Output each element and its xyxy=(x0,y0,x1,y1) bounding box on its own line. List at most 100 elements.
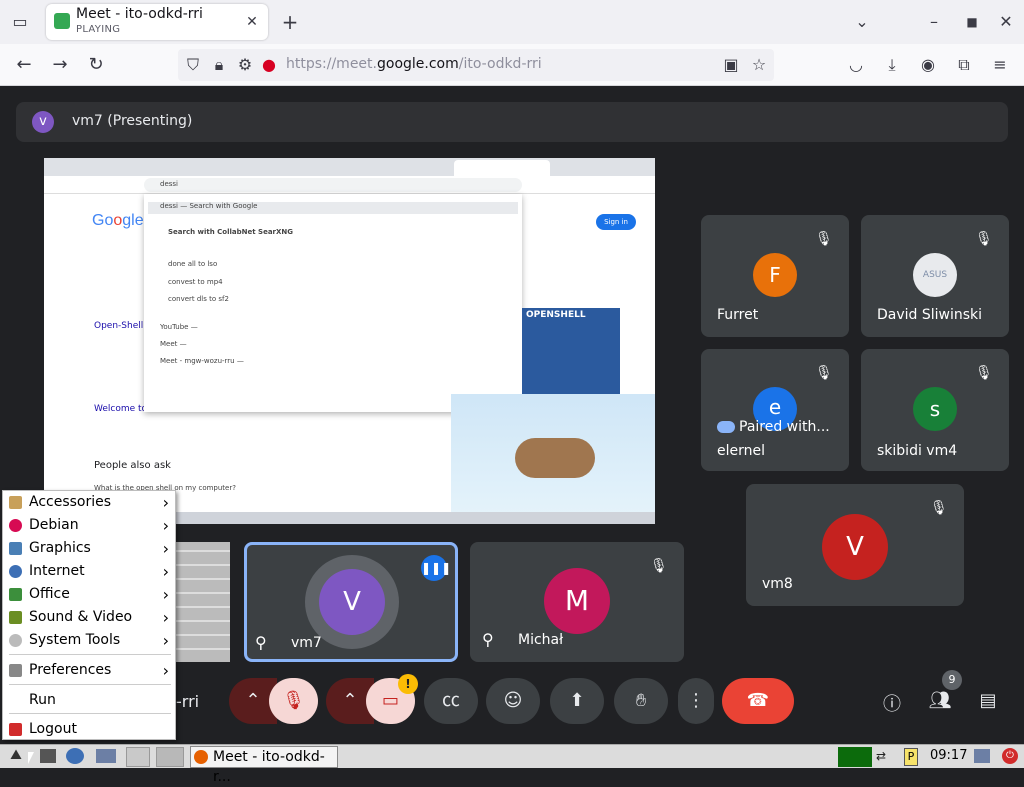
extensions-icon[interactable]: ⧉ xyxy=(954,55,974,75)
close-window-icon[interactable]: ✕ xyxy=(996,12,1016,32)
shared-omnibox: dessi xyxy=(144,178,522,192)
shared-people-ask: People also ask xyxy=(94,460,171,471)
file-manager-icon[interactable] xyxy=(40,749,56,763)
menu-item-internet[interactable]: Internet › xyxy=(3,560,175,583)
pocket-icon[interactable]: ◡ xyxy=(846,55,866,75)
pin-icon[interactable]: ⚲ xyxy=(482,630,494,649)
microphone-active-icon[interactable]: ● xyxy=(260,55,278,75)
tab-playing-status: PLAYING xyxy=(76,24,121,35)
url-bar[interactable]: ⛉ 🔒︎ ⚙ ● https://meet.google.com/ito-odk… xyxy=(178,49,774,81)
shared-tab-strip xyxy=(44,158,655,176)
participant-tile-furret[interactable]: 🎙︎ F Furret xyxy=(701,215,849,337)
app-menu-icon[interactable]: ≡ xyxy=(990,55,1010,75)
participant-name: skibidi vm4 xyxy=(877,443,958,459)
more-options-button[interactable]: ⋮ xyxy=(678,678,714,724)
downloads-icon[interactable]: ⤓ xyxy=(882,55,902,75)
submenu-arrow-icon: › xyxy=(162,585,169,604)
menu-label: Logout xyxy=(29,721,77,737)
show-desktop-icon[interactable] xyxy=(96,749,116,763)
mic-off-icon: 🎙︎ xyxy=(815,365,833,381)
shared-history-item: Meet — xyxy=(160,340,187,348)
cpu-monitor xyxy=(838,747,872,767)
lock-icon[interactable]: 🔒︎ xyxy=(210,55,228,75)
browser-tab[interactable]: Meet - ito-odkd-rri PLAYING ✕ xyxy=(46,4,268,40)
microphone-toggle-button[interactable]: 🎙︎ xyxy=(269,678,318,724)
mouse-cursor xyxy=(28,752,34,764)
tab-overflow-icon[interactable]: ⌄ xyxy=(852,12,872,32)
submenu-arrow-icon: › xyxy=(162,539,169,558)
captions-button[interactable]: ㏄ xyxy=(424,678,478,724)
logout-icon xyxy=(9,723,22,736)
mic-off-icon: 🎙︎ xyxy=(650,558,668,574)
taskbar-window-button[interactable]: Meet - ito-odkd-r... xyxy=(190,746,338,785)
parking-icon[interactable]: P xyxy=(904,748,918,766)
menu-item-sound-video[interactable]: Sound & Video › xyxy=(3,606,175,629)
menu-item-office[interactable]: Office › xyxy=(3,583,175,606)
shared-suggest-item: convert dls to sf2 xyxy=(168,295,229,303)
menu-item-logout[interactable]: Logout xyxy=(3,718,175,741)
submenu-arrow-icon: › xyxy=(162,661,169,680)
reload-icon[interactable]: ↻ xyxy=(86,55,106,75)
participant-name: vm7 xyxy=(291,635,322,651)
meeting-info-icon[interactable]: ⓘ xyxy=(880,690,904,715)
present-screen-button[interactable]: ⬆ xyxy=(550,678,604,724)
web-browser-icon[interactable] xyxy=(66,748,84,764)
menu-item-system-tools[interactable]: System Tools › xyxy=(3,629,175,652)
clock[interactable]: 09:17 xyxy=(930,748,967,763)
self-view-tile[interactable] xyxy=(176,542,230,662)
firefox-launcher-icon[interactable] xyxy=(126,747,150,767)
menu-separator xyxy=(9,713,171,714)
menu-item-graphics[interactable]: Graphics › xyxy=(3,537,175,560)
bookmark-star-icon[interactable]: ☆ xyxy=(750,55,768,75)
new-tab-icon[interactable]: + xyxy=(280,12,300,32)
forward-icon[interactable]: → xyxy=(50,55,70,75)
mic-off-icon: 🎙︎ xyxy=(975,365,993,381)
raise-hand-button[interactable]: ✋︎ xyxy=(614,678,668,724)
emoji-reaction-button[interactable]: ☺ xyxy=(486,678,540,724)
maximize-icon[interactable]: ■ xyxy=(962,12,982,32)
power-icon[interactable]: ⏻ xyxy=(1002,748,1018,764)
participant-name: Furret xyxy=(717,307,759,323)
furret-sprite xyxy=(515,438,595,478)
google-logo: Google xyxy=(92,212,144,229)
avatar: M xyxy=(544,568,610,634)
picture-in-picture-icon[interactable]: ▣ xyxy=(722,55,740,75)
shared-suggest-item: done all to lso xyxy=(168,260,218,268)
participant-tile-michal[interactable]: 🎙︎ M ⚲ Michał xyxy=(470,542,684,662)
screen-icon[interactable] xyxy=(974,749,990,763)
menu-item-accessories[interactable]: Accessories › xyxy=(3,491,175,514)
start-menu-icon[interactable]: ⛰ xyxy=(4,747,28,767)
close-tab-icon[interactable]: ✕ xyxy=(242,12,262,32)
url-text[interactable]: https://meet.google.com/ito-odkd-rri xyxy=(286,56,542,72)
shared-suggest-first: dessi — Search with Google xyxy=(148,202,518,214)
menu-item-preferences[interactable]: Preferences › xyxy=(3,659,175,682)
preferences-icon xyxy=(9,664,22,677)
menu-label: Run xyxy=(29,692,56,708)
minimize-icon[interactable]: – xyxy=(924,12,944,32)
menu-item-debian[interactable]: Debian › xyxy=(3,514,175,537)
shared-furret-window xyxy=(451,394,655,524)
participant-tile-elernel[interactable]: 🎙︎ e Paired with... elernel xyxy=(701,349,849,471)
accessories-icon xyxy=(9,496,22,509)
participant-tile-skibidi[interactable]: 🎙︎ s skibidi vm4 xyxy=(861,349,1009,471)
meeting-code: -rri xyxy=(176,692,200,711)
tab-list-icon[interactable]: ▭ xyxy=(10,12,30,32)
participant-tile-vm7[interactable]: V ❚❚❚ ⚲ vm7 xyxy=(244,542,458,662)
presenter-avatar: v xyxy=(32,111,54,133)
shared-search-query: dessi xyxy=(160,180,178,188)
pin-icon[interactable]: ⚲ xyxy=(255,633,267,652)
shield-icon[interactable]: ⛉ xyxy=(184,55,202,75)
shared-screen[interactable]: dessi Google Sign in Open-Shell Welcome … xyxy=(44,158,655,524)
back-icon[interactable]: ← xyxy=(14,55,34,75)
avatar: V xyxy=(822,514,888,580)
account-icon[interactable]: ◉ xyxy=(918,55,938,75)
workspace-switcher[interactable] xyxy=(156,747,184,767)
leave-call-button[interactable]: ☎ xyxy=(722,678,794,724)
permissions-icon[interactable]: ⚙ xyxy=(236,55,254,75)
chat-icon[interactable]: ▤ xyxy=(976,690,1000,714)
network-icon[interactable]: ⇄ xyxy=(876,749,900,765)
menu-item-run[interactable]: Run xyxy=(3,689,175,712)
participant-tile-vm8[interactable]: 🎙︎ V vm8 xyxy=(746,484,964,606)
participant-tile-david[interactable]: 🎙︎ ASUS David Sliwinski xyxy=(861,215,1009,337)
people-icon[interactable]: 👥︎ xyxy=(926,690,954,714)
